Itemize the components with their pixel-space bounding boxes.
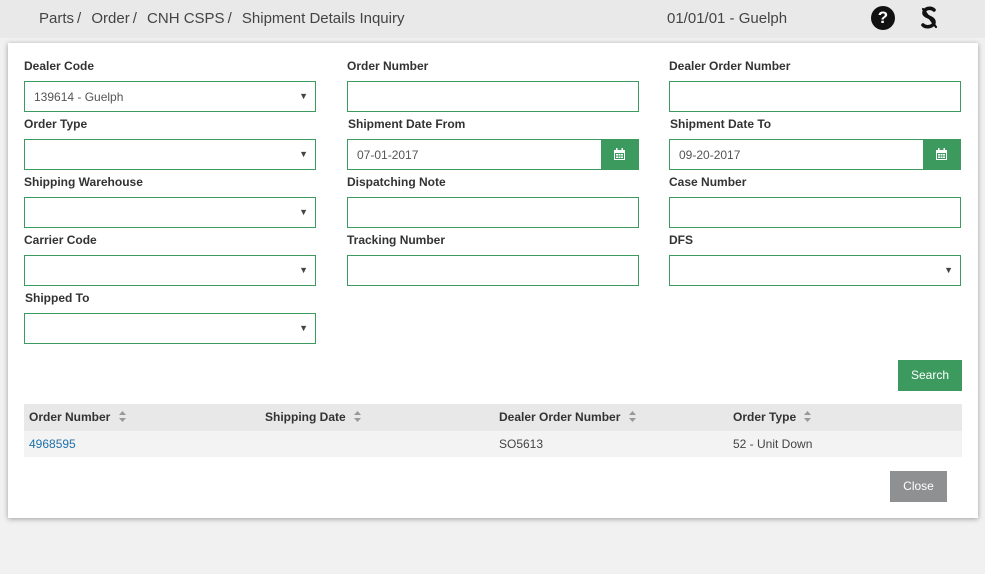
shipping-warehouse-select[interactable]: ▼	[24, 197, 316, 228]
shipment-date-from-field[interactable]	[347, 139, 639, 170]
order-type-label: Order Type	[24, 117, 88, 131]
dealer-order-number-label: Dealer Order Number	[669, 59, 791, 73]
column-header-label: Order Number	[29, 410, 111, 424]
tracking-number-input[interactable]	[348, 256, 638, 285]
chevron-down-icon: ▼	[299, 265, 308, 275]
shipped-to-label: Shipped To	[25, 291, 90, 305]
results-table-header: Order Number Shipping Date Dealer Order …	[24, 404, 962, 431]
breadcrumb-separator: /	[132, 10, 137, 27]
sort-icon	[804, 411, 812, 422]
calendar-button[interactable]	[601, 139, 639, 170]
breadcrumb-order[interactable]: Order	[91, 10, 129, 27]
chevron-down-icon: ▼	[299, 323, 308, 333]
breadcrumb-cnh-csps[interactable]: CNH CSPS	[147, 10, 225, 27]
shipment-date-from-input[interactable]	[348, 140, 602, 169]
dispatching-note-label: Dispatching Note	[347, 175, 446, 189]
dealer-order-number-field[interactable]	[669, 81, 961, 112]
dfs-select[interactable]: ▼	[669, 255, 961, 286]
column-header-shipping-date[interactable]: Shipping Date	[265, 410, 362, 424]
top-bar: Parts / Order / CNH CSPS / Shipment Details…	[0, 0, 985, 38]
dealer-code-value: 139614 - Guelph	[34, 90, 124, 104]
column-header-label: Order Type	[733, 410, 797, 424]
chevron-down-icon: ▼	[299, 91, 308, 101]
tracking-number-label: Tracking Number	[347, 233, 446, 247]
dealer-code-select[interactable]: 139614 - Guelph ▼	[24, 81, 316, 112]
sort-icon	[628, 411, 636, 422]
shipping-warehouse-label: Shipping Warehouse	[24, 175, 143, 189]
order-number-link[interactable]: 4968595	[29, 437, 76, 451]
column-header-order-type[interactable]: Order Type	[733, 410, 812, 424]
sort-icon	[118, 411, 126, 422]
carrier-code-label: Carrier Code	[24, 233, 97, 247]
breadcrumb-parts[interactable]: Parts	[39, 10, 74, 27]
sort-icon	[354, 411, 362, 422]
dealer-context[interactable]: 01/01/01 - Guelph	[667, 10, 787, 27]
tracking-number-field[interactable]	[347, 255, 639, 286]
dfs-label: DFS	[669, 233, 693, 247]
calendar-icon	[936, 148, 947, 160]
order-type-cell: 52 - Unit Down	[733, 437, 813, 451]
s-logo-icon[interactable]	[918, 5, 940, 31]
calendar-icon	[614, 148, 625, 160]
shipment-date-from-label: Shipment Date From	[348, 117, 466, 131]
question-circle-icon[interactable]: ?	[871, 6, 895, 30]
chevron-down-icon: ▼	[944, 265, 953, 275]
column-header-order-number[interactable]: Order Number	[29, 410, 126, 424]
chevron-down-icon: ▼	[299, 207, 308, 217]
order-number-input[interactable]	[348, 82, 638, 111]
close-button[interactable]: Close	[890, 471, 947, 502]
dispatching-note-field[interactable]	[347, 197, 639, 228]
breadcrumb: Parts / Order / CNH CSPS / Shipment Details…	[39, 10, 404, 27]
search-button[interactable]: Search	[898, 360, 962, 391]
chevron-down-icon: ▼	[299, 149, 308, 159]
column-header-dealer-order-number[interactable]: Dealer Order Number	[499, 410, 636, 424]
shipment-date-to-input[interactable]	[670, 140, 924, 169]
shipment-date-to-field[interactable]	[669, 139, 961, 170]
order-number-field[interactable]	[347, 81, 639, 112]
dealer-order-number-input[interactable]	[670, 82, 960, 111]
breadcrumb-current-page: Shipment Details Inquiry	[241, 10, 405, 27]
order-number-label: Order Number	[347, 59, 429, 73]
shipment-details-dialog: Dealer Code 139614 - Guelph ▼ Order Numb…	[8, 43, 978, 518]
dealer-code-label: Dealer Code	[24, 59, 95, 73]
shipment-date-to-label: Shipment Date To	[670, 117, 772, 131]
breadcrumb-separator: /	[77, 10, 82, 27]
breadcrumb-separator: /	[227, 10, 232, 27]
case-number-input[interactable]	[670, 198, 960, 227]
dispatching-note-input[interactable]	[348, 198, 638, 227]
shipped-to-select[interactable]: ▼	[24, 313, 316, 344]
case-number-field[interactable]	[669, 197, 961, 228]
column-header-label: Dealer Order Number	[499, 410, 621, 424]
dealer-order-number-cell: SO5613	[499, 437, 544, 451]
carrier-code-select[interactable]: ▼	[24, 255, 316, 286]
column-header-label: Shipping Date	[265, 410, 346, 424]
case-number-label: Case Number	[669, 175, 747, 189]
calendar-button[interactable]	[923, 139, 961, 170]
table-row: 4968595 SO5613 52 - Unit Down	[24, 431, 962, 457]
order-type-select[interactable]: ▼	[24, 139, 316, 170]
